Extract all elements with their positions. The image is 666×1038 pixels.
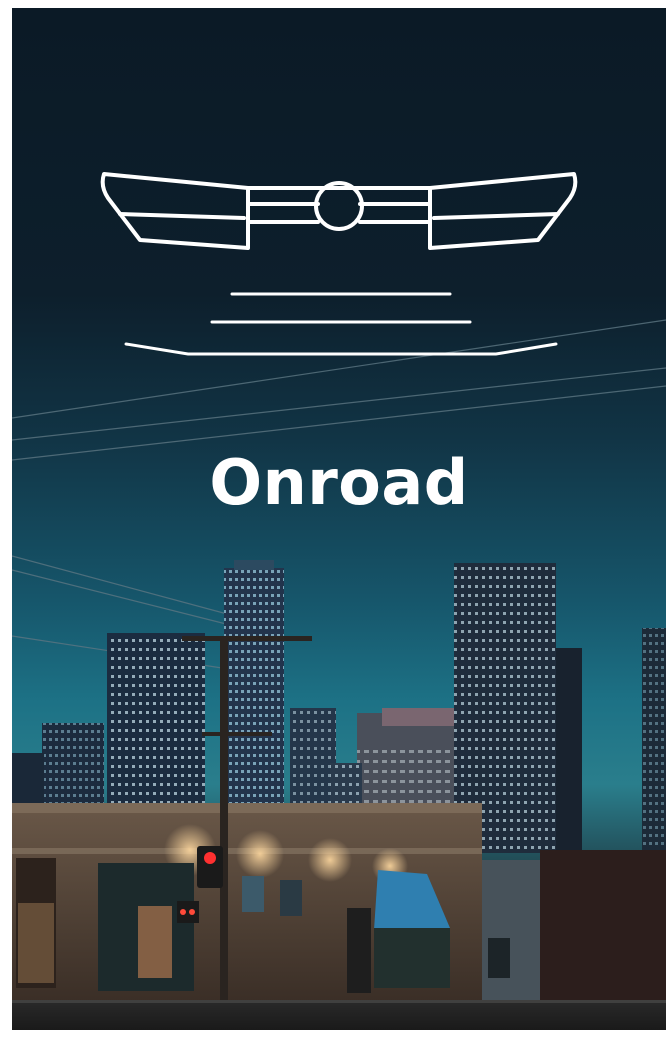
poster-title: Onroad (209, 446, 469, 519)
poster: Onroad (12, 8, 666, 1030)
street (12, 1000, 666, 1030)
winged-grille-emblem-icon (100, 172, 578, 356)
